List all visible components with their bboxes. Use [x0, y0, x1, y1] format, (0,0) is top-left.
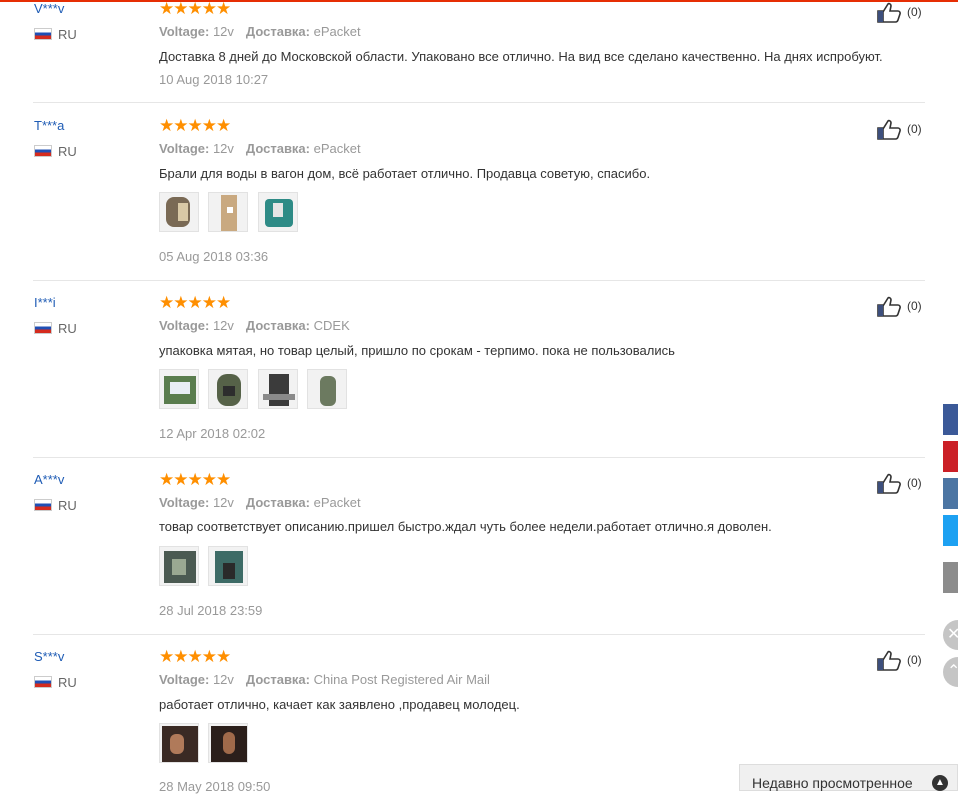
review-photos: [159, 723, 253, 765]
review-text: упаковка мятая, но товар целый, пришло п…: [159, 343, 675, 358]
pinterest-icon[interactable]: [943, 441, 958, 472]
review-date: 28 Jul 2018 23:59: [159, 603, 263, 618]
helpful-button[interactable]: (0): [877, 649, 922, 672]
reviewer-name[interactable]: A***v: [34, 472, 64, 487]
helpful-button[interactable]: (0): [877, 295, 922, 318]
reviewer-name[interactable]: T***a: [34, 118, 64, 133]
flag-ru-icon: [34, 499, 52, 511]
review-text: товар соответствует описанию.пришел быст…: [159, 519, 772, 534]
chevron-up-icon: ▲: [932, 775, 948, 791]
reviewer-country: RU: [34, 27, 77, 43]
review-photos: [159, 369, 352, 411]
helpful-button[interactable]: (0): [877, 118, 922, 141]
flag-ru-icon: [34, 145, 52, 157]
thumbs-up-icon: [877, 3, 901, 24]
review-text: работает отлично, качает как заявлено ,п…: [159, 697, 520, 712]
reviewer-country: RU: [34, 498, 77, 514]
review-attributes: Voltage: 12v Доставка: China Post Registe…: [159, 672, 490, 687]
review-photo[interactable]: [208, 192, 249, 232]
thumbs-up-icon: [877, 120, 901, 141]
flag-ru-icon: [34, 28, 52, 40]
flag-ru-icon: [34, 322, 52, 334]
review-date: 05 Aug 2018 03:36: [159, 249, 269, 264]
more-icon[interactable]: [943, 562, 958, 593]
review-divider: [33, 280, 925, 281]
top-accent-line: [0, 0, 958, 2]
review-text: Брали для воды в вагон дом, всё работает…: [159, 166, 651, 181]
review-photo[interactable]: [307, 369, 348, 409]
review-photo[interactable]: [159, 546, 199, 586]
twitter-icon[interactable]: [943, 515, 958, 546]
review-photo[interactable]: [208, 369, 249, 409]
review-date: 28 May 2018 09:50: [159, 779, 271, 794]
vk-icon[interactable]: [943, 478, 958, 509]
review-photos: [159, 546, 253, 588]
recently-viewed-tab[interactable]: Недавно просмотренное ▲: [739, 764, 958, 791]
facebook-icon[interactable]: [943, 404, 958, 435]
review-photo[interactable]: [257, 369, 298, 409]
reviewer-country: RU: [34, 321, 77, 337]
rating-stars: ★★★★★: [159, 0, 231, 18]
review-date: 12 Apr 2018 02:02: [159, 426, 266, 441]
reviewer-name[interactable]: V***v: [34, 1, 64, 16]
reviewer-name[interactable]: I***i: [34, 295, 56, 310]
review-attributes: Voltage: 12v Доставка: CDEK: [159, 318, 350, 333]
recently-viewed-label: Недавно просмотренное: [752, 775, 913, 791]
thumbs-up-icon: [877, 651, 901, 672]
review-photo[interactable]: [257, 192, 298, 232]
rating-stars: ★★★★★: [159, 647, 231, 666]
review-photo[interactable]: [208, 723, 249, 763]
review-attributes: Voltage: 12v Доставка: ePacket: [159, 141, 361, 156]
close-icon[interactable]: ✕: [943, 620, 958, 650]
reviewer-name[interactable]: S***v: [34, 649, 64, 664]
review-photos: [159, 192, 303, 234]
review-divider: [33, 457, 925, 458]
review-photo[interactable]: [159, 192, 199, 232]
thumbs-up-icon: [877, 474, 901, 495]
review-divider: [33, 634, 925, 635]
review-photo[interactable]: [159, 369, 199, 409]
review-photo[interactable]: [159, 723, 199, 763]
review-attributes: Voltage: 12v Доставка: ePacket: [159, 495, 361, 510]
flag-ru-icon: [34, 676, 52, 688]
helpful-button[interactable]: (0): [877, 472, 922, 495]
thumbs-up-icon: [877, 297, 901, 318]
scroll-up-icon[interactable]: ⌃: [943, 657, 958, 687]
reviewer-country: RU: [34, 675, 77, 691]
review-photo[interactable]: [208, 546, 249, 586]
helpful-button[interactable]: (0): [877, 1, 922, 24]
review-date: 10 Aug 2018 10:27: [159, 72, 269, 87]
reviewer-country: RU: [34, 144, 77, 160]
rating-stars: ★★★★★: [159, 116, 231, 135]
rating-stars: ★★★★★: [159, 293, 231, 312]
review-text: Доставка 8 дней до Московской области. У…: [159, 49, 883, 64]
rating-stars: ★★★★★: [159, 470, 231, 489]
review-attributes: Voltage: 12v Доставка: ePacket: [159, 24, 361, 39]
review-divider: [33, 102, 925, 103]
